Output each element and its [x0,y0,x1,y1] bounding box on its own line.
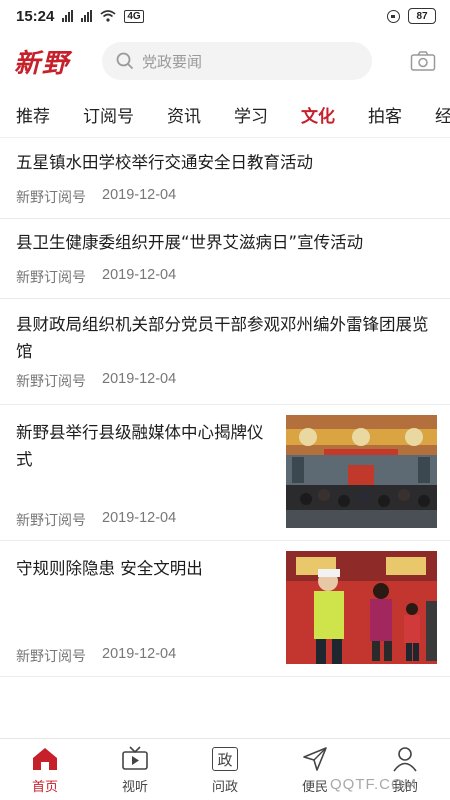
news-source: 新野订阅号 [16,190,86,206]
news-feed: 五星镇水田学校举行交通安全日教育活动 新野订阅号 2019-12-04 县卫生健… [0,139,450,677]
tab-study[interactable]: 学习 [234,102,268,127]
tab-paike[interactable]: 拍客 [368,102,402,127]
nav-label: 首页 [31,780,58,795]
rotation-lock-icon [387,9,400,23]
news-meta: 新野订阅号 2019-12-04 [16,646,176,666]
tab-news[interactable]: 资讯 [167,102,201,127]
app-header: 新野 党政要闻 [0,32,450,90]
news-meta: 新野订阅号 2019-12-04 [16,187,176,207]
search-placeholder: 党政要闻 [142,52,203,71]
wenzheng-icon: 政 [211,745,239,773]
media-center-unveiling-photo[interactable] [286,415,437,528]
nav-wenzheng[interactable]: 政 问政 [180,739,270,800]
app-logo: 新野 [14,48,71,79]
nav-home[interactable]: 首页 [0,739,90,800]
news-date: 2019-12-04 [102,510,177,526]
news-date: 2019-12-04 [102,187,177,203]
search-icon [116,52,134,70]
battery-icon: 87 [408,8,436,24]
news-source: 新野订阅号 [16,513,86,529]
signal-icon [62,10,74,22]
news-date: 2019-12-04 [102,646,177,662]
wifi-icon [100,10,116,22]
news-title: 县财政局组织机关部分党员干部参观邓州编外雷锋团展览馆 [16,315,429,361]
tab-subscriptions[interactable]: 订阅号 [83,102,134,127]
nav-label: 视听 [121,780,148,795]
news-item[interactable]: 新野县举行县级融媒体中心揭牌仪式 新野订阅号 2019-12-04 [0,405,450,541]
tab-recommend[interactable]: 推荐 [16,102,50,127]
send-icon [301,745,329,773]
camera-button[interactable] [410,50,436,72]
nav-label: 便民 [301,780,328,795]
nav-label: 问政 [211,780,238,795]
network-type-label: 4G [124,9,144,23]
news-item[interactable]: 守规则除隐患 安全文明出 新野订阅号 2019-12-04 [0,541,450,677]
status-bar: 15:24 4G 87 [0,0,450,32]
news-meta: 新野订阅号 2019-12-04 [16,371,176,391]
news-source: 新野订阅号 [16,649,86,665]
tab-culture[interactable]: 文化 [301,102,335,127]
news-date: 2019-12-04 [102,371,177,387]
category-tabs: 推荐 订阅号 资讯 学习 文化 拍客 经济 [0,92,450,138]
news-item[interactable]: 县财政局组织机关部分党员干部参观邓州编外雷锋团展览馆 新野订阅号 2019-12… [0,299,450,405]
traffic-police-children-photo[interactable] [286,551,437,664]
user-icon [391,745,419,773]
news-title: 守规则除隐患 安全文明出 [16,559,203,578]
news-item[interactable]: 县卫生健康委组织开展“世界艾滋病日”宣传活动 新野订阅号 2019-12-04 [0,219,450,299]
wenzheng-glyph: 政 [212,747,238,771]
news-meta: 新野订阅号 2019-12-04 [16,510,176,530]
news-source: 新野订阅号 [16,270,86,286]
news-title: 新野县举行县级融媒体中心揭牌仪式 [16,423,264,469]
watermark: QQTF.COM [330,776,418,793]
signal-icon-2 [81,10,93,22]
tv-icon [121,745,149,773]
news-title: 五星镇水田学校举行交通安全日教育活动 [16,153,313,172]
search-input[interactable]: 党政要闻 [102,42,372,80]
tab-economy[interactable]: 经济 [435,102,450,127]
news-source: 新野订阅号 [16,374,86,390]
nav-video[interactable]: 视听 [90,739,180,800]
news-meta: 新野订阅号 2019-12-04 [16,267,176,287]
camera-icon [410,51,436,71]
news-date: 2019-12-04 [102,267,177,283]
news-item[interactable]: 五星镇水田学校举行交通安全日教育活动 新野订阅号 2019-12-04 [0,139,450,219]
home-icon [31,745,59,773]
status-time: 15:24 [16,7,55,25]
news-title: 县卫生健康委组织开展“世界艾滋病日”宣传活动 [16,233,364,252]
